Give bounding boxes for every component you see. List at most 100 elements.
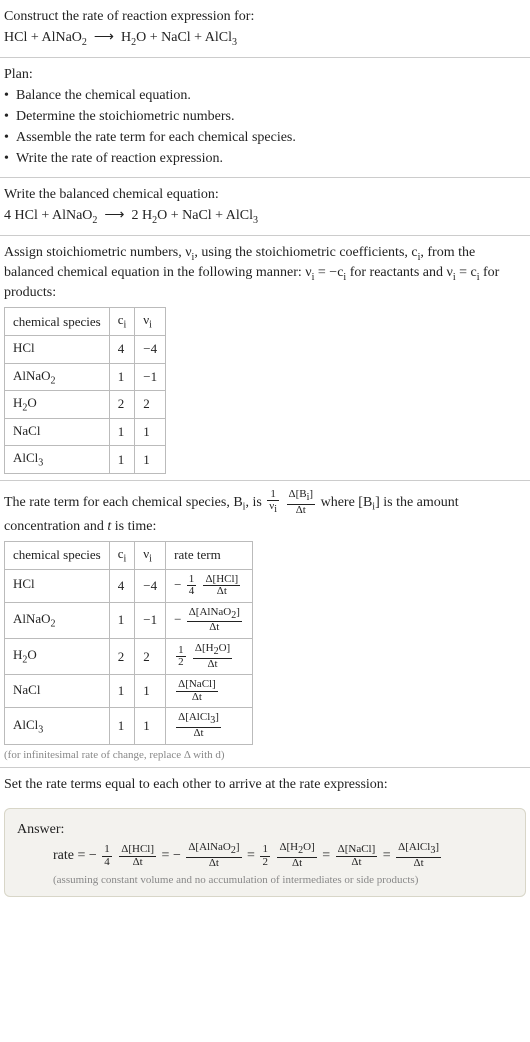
fraction: Δ[AlCl3]Δt [176, 712, 221, 739]
fraction: Δ[AlNaO2]Δt [187, 607, 242, 634]
cell-species: NaCl [5, 418, 110, 446]
fraction-num-text: O] [303, 841, 315, 853]
prompt-lhs-sub: 2 [82, 37, 87, 48]
table-footnote: (for infinitesimal rate of change, repla… [4, 749, 526, 761]
table-row: AlCl3 1 1 [5, 446, 166, 474]
balanced-section: Write the balanced chemical equation: 4 … [0, 178, 530, 235]
prompt-lhs: HCl + AlNaO [4, 30, 82, 45]
fraction-num: 1 [260, 844, 270, 857]
fraction-num-text: ] [215, 711, 219, 723]
final-text: Set the rate terms equal to each other t… [4, 776, 526, 795]
rateterm-text: The rate term for each chemical species,… [4, 495, 243, 510]
arrow-icon: ⟶ [94, 30, 114, 45]
fraction-num-text: Δ[B [289, 488, 307, 500]
equals-sign: = [247, 848, 258, 863]
fraction-num: Δ[AlNaO2] [186, 842, 241, 858]
fraction-num: Δ[AlCl3] [396, 842, 441, 858]
col-v: νi [135, 308, 166, 336]
cell-v: −4 [135, 569, 166, 602]
cell-rate: Δ[AlCl3]Δt [166, 708, 253, 744]
table-header-row: chemical species ci νi rate term [5, 542, 253, 570]
stoich-text: for reactants and ν [346, 265, 453, 280]
answer-box: Answer: rate = − 14 Δ[HCl]Δt = − Δ[AlNaO… [4, 808, 526, 896]
fraction-num-text: ] [236, 841, 240, 853]
cell-rate: Δ[NaCl]Δt [166, 675, 253, 708]
fraction-den: Δt [203, 586, 240, 598]
fraction: Δ[H2O]Δt [277, 842, 316, 869]
answer-note: (assuming constant volume and no accumul… [53, 874, 513, 886]
table-row: NaCl 1 1 [5, 418, 166, 446]
species-text: NaCl [13, 682, 40, 697]
fraction: Δ[NaCl]Δt [176, 679, 218, 703]
negative-sign: − [174, 611, 181, 626]
fraction-den: Δt [287, 505, 316, 517]
fraction-num: Δ[H2O] [193, 643, 232, 659]
species-text: AlNaO [13, 611, 51, 626]
cell-c: 2 [109, 639, 135, 675]
fraction: 12 [260, 844, 270, 868]
plan-section: Plan: •Balance the chemical equation. •D… [0, 58, 530, 176]
fraction-den: Δt [396, 858, 441, 870]
subscript: 2 [51, 375, 56, 386]
rateterm-section: The rate term for each chemical species,… [0, 481, 530, 767]
cell-v: 2 [135, 391, 166, 419]
col-species: chemical species [5, 308, 110, 336]
fraction: Δ[HCl]Δt [203, 574, 240, 598]
subscript: 3 [38, 458, 43, 469]
balanced-lhs: 4 HCl + AlNaO [4, 208, 92, 223]
cell-v: 1 [135, 675, 166, 708]
plan-item: •Write the rate of reaction expression. [4, 150, 526, 169]
balanced-lhs-sub: 2 [92, 214, 97, 225]
table-row: AlNaO2 1 −1 [5, 363, 166, 391]
bullet-icon: • [4, 129, 16, 148]
species-text: H [13, 395, 22, 410]
equals-sign: = [322, 848, 333, 863]
cell-v: −4 [135, 335, 166, 363]
col-c: ci [109, 308, 135, 336]
fraction-num-text: Δ[AlCl [178, 711, 210, 723]
balanced-rhs-a: 2 H [131, 208, 152, 223]
species-text: AlCl [13, 450, 38, 465]
fraction-den: Δt [187, 622, 242, 634]
fraction-den: 4 [102, 857, 112, 869]
subscript: i [124, 320, 127, 331]
answer-title: Answer: [17, 821, 513, 840]
cell-species: HCl [5, 569, 110, 602]
fraction: 14 [187, 574, 197, 598]
cell-species: AlCl3 [5, 708, 110, 744]
fraction-den: Δt [277, 858, 316, 870]
balanced-rhs-b-sub: 3 [253, 214, 258, 225]
stoich-section: Assign stoichiometric numbers, νi, using… [0, 236, 530, 480]
plan-item: •Determine the stoichiometric numbers. [4, 108, 526, 127]
fraction-num-text: Δ[AlNaO [188, 841, 231, 853]
fraction-num: Δ[AlNaO2] [187, 607, 242, 623]
subscript: i [274, 505, 277, 516]
cell-v: 2 [135, 639, 166, 675]
rateterm-text: is time: [111, 519, 156, 534]
rateterm-intro: The rate term for each chemical species,… [4, 489, 526, 537]
rateterm-table: chemical species ci νi rate term HCl 4 −… [4, 541, 253, 744]
fraction: 12 [176, 645, 186, 669]
cell-c: 1 [109, 708, 135, 744]
final-section: Set the rate terms equal to each other t… [0, 768, 530, 803]
cell-v: 1 [135, 446, 166, 474]
fraction-num-text: O] [219, 642, 231, 654]
col-rate: rate term [166, 542, 253, 570]
subscript: 2 [51, 619, 56, 630]
fraction: Δ[AlNaO2]Δt [186, 842, 241, 869]
negative-sign: − [174, 577, 181, 592]
fraction-num-text: Δ[H [279, 841, 298, 853]
fraction-num-text: ] [236, 606, 240, 618]
cell-species: NaCl [5, 675, 110, 708]
species-text: HCl [13, 576, 35, 591]
bullet-icon: • [4, 87, 16, 106]
balanced-title: Write the balanced chemical equation: [4, 186, 526, 205]
plan-item: •Assemble the rate term for each chemica… [4, 129, 526, 148]
fraction-den: νi [267, 501, 279, 516]
fraction-den: 2 [260, 857, 270, 869]
fraction-num: 1 [102, 844, 112, 857]
cell-species: H2O [5, 391, 110, 419]
cell-c: 2 [109, 391, 135, 419]
arrow-icon: ⟶ [104, 208, 124, 223]
cell-c: 4 [109, 569, 135, 602]
